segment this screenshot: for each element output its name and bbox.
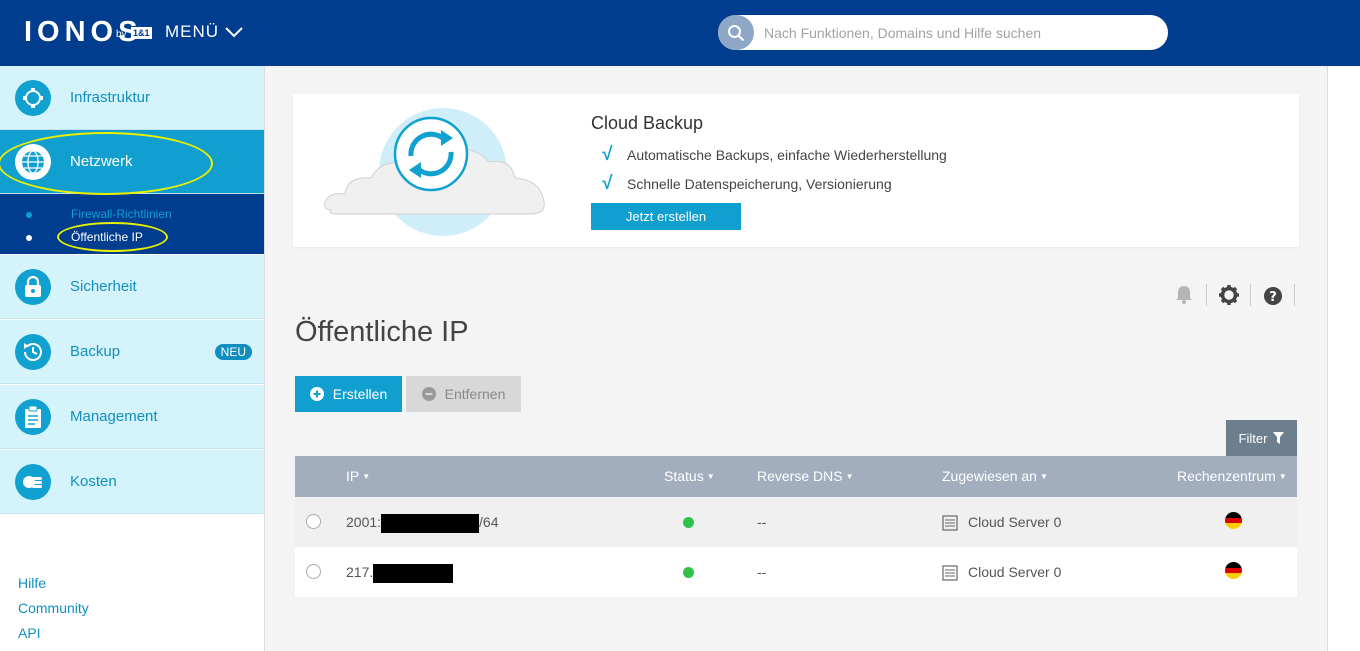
sidebar-item-label: Sicherheit [70,278,137,295]
sidebar: Infrastruktur Netzwerk Firewall-Richtlin… [0,66,265,651]
bell-icon[interactable] [1175,283,1193,305]
filter-button[interactable]: Filter [1226,420,1297,456]
promo-banner: Cloud Backup √ Automatische Backups, ein… [293,94,1299,247]
chevron-down-icon [225,26,243,37]
minus-circle-icon [421,387,436,401]
lock-icon [15,268,51,305]
create-backup-button[interactable]: Jetzt erstellen [591,203,741,230]
sort-caret-icon: ▼ [845,472,854,481]
sort-caret-icon: ▼ [1278,472,1287,481]
sidebar-item-label: Backup [70,343,121,360]
redacted-block [373,563,454,583]
table-row[interactable]: 217. -- Cloud Server 0 [295,547,1297,597]
check-icon: √ [601,144,612,165]
infrastructure-icon [15,79,51,116]
coins-icon [15,463,51,500]
ip-cell: 2001:/64 [346,497,499,547]
logo-by-text: by [116,29,127,40]
menu-label: MENÜ [165,22,220,41]
search-input[interactable] [764,15,1154,50]
ip-cell: 217. [346,547,454,597]
status-active-icon [683,517,694,528]
sort-caret-icon: ▼ [362,472,371,481]
promo-feature-text: Schnelle Datenspeicherung, Versionierung [627,176,892,192]
server-icon [942,515,958,531]
api-link[interactable]: API [18,625,89,650]
logo-brand-badge: 1&1 [131,27,152,39]
top-header: IONOS by 1&1 MENÜ [0,0,1360,66]
server-icon [942,565,958,581]
sidebar-item-label: Management [70,408,158,425]
promo-feature: √ Schnelle Datenspeicherung, Versionieru… [601,173,892,195]
germany-flag-icon [1225,562,1242,579]
column-header-status[interactable]: Status ▼ [664,456,715,497]
table-header: IP ▼ Status ▼ Reverse DNS ▼ Zugewiesen an ▼ … [295,456,1297,497]
create-button-label: Erstellen [332,386,388,402]
divider [1250,284,1251,306]
search-icon [728,24,745,41]
column-header-ip[interactable]: IP ▼ [346,456,370,497]
status-active-icon [683,567,694,578]
divider [1206,284,1207,306]
page-title: Öffentliche IP [295,316,469,348]
backup-clock-icon [15,333,51,370]
sidebar-item-kosten[interactable]: Kosten [0,450,264,514]
gear-icon[interactable] [1218,283,1240,307]
remove-button[interactable]: Entfernen [406,376,521,412]
reverse-dns-cell: -- [757,514,767,530]
sidebar-item-label: Kosten [70,473,117,490]
sort-caret-icon: ▼ [706,472,715,481]
cloud-backup-illustration [324,108,545,236]
sidebar-footer-links: Hilfe Community API [18,575,89,650]
filter-button-label: Filter [1238,430,1268,446]
sort-caret-icon: ▼ [1039,472,1048,481]
sidebar-item-infrastruktur[interactable]: Infrastruktur [0,66,264,130]
subnav-item-firewall[interactable]: Firewall-Richtlinien [71,207,172,221]
search-bar [718,15,1168,50]
plus-circle-icon [309,387,324,401]
reverse-dns-cell: -- [757,564,767,580]
sidebar-item-backup[interactable]: Backup NEU [0,320,264,384]
highlight-ellipse [0,132,213,195]
ip-table: IP ▼ Status ▼ Reverse DNS ▼ Zugewiesen an ▼ … [295,456,1297,597]
scrollbar-track[interactable] [1327,66,1360,651]
table-row[interactable]: 2001:/64 -- Cloud Server 0 [295,497,1297,547]
promo-feature-text: Automatische Backups, einfache Wiederher… [627,147,947,163]
bullet-icon [26,212,32,218]
column-header-assigned[interactable]: Zugewiesen an ▼ [942,456,1048,497]
main-menu-button[interactable]: MENÜ [165,22,243,42]
highlight-ellipse [57,222,168,252]
svg-text:?: ? [1269,290,1277,305]
bullet-icon [26,235,32,241]
column-header-reverse-dns[interactable]: Reverse DNS ▼ [757,456,854,497]
row-select-radio[interactable] [306,514,321,529]
promo-feature: √ Automatische Backups, einfache Wiederh… [601,144,947,166]
help-icon[interactable]: ? [1263,283,1283,307]
redacted-block [381,513,480,533]
community-link[interactable]: Community [18,600,89,625]
assigned-cell[interactable]: Cloud Server 0 [968,497,1061,547]
help-link[interactable]: Hilfe [18,575,89,600]
sidebar-item-label: Infrastruktur [70,89,151,106]
check-icon: √ [601,173,612,194]
clipboard-icon [15,398,51,435]
assigned-cell[interactable]: Cloud Server 0 [968,547,1061,597]
sidebar-item-sicherheit[interactable]: Sicherheit [0,255,264,319]
search-button[interactable] [718,15,754,50]
new-badge: NEU [214,344,252,360]
row-select-radio[interactable] [306,564,321,579]
funnel-icon [1273,432,1285,444]
germany-flag-icon [1225,512,1242,529]
remove-button-label: Entfernen [444,386,506,402]
promo-title: Cloud Backup [591,113,704,133]
sidebar-item-management[interactable]: Management [0,385,264,449]
create-button[interactable]: Erstellen [295,376,402,412]
column-header-datacenter[interactable]: Rechenzentrum ▼ [1177,456,1287,497]
divider [1294,284,1295,306]
